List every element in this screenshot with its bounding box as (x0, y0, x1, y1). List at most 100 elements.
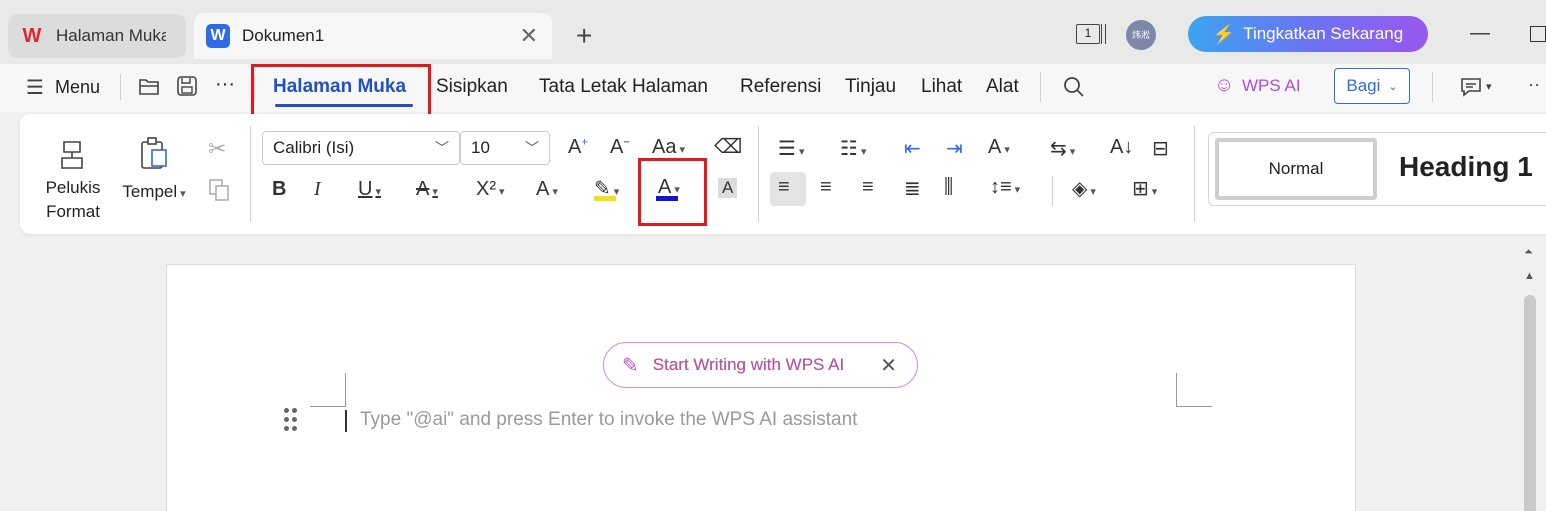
font-name-select[interactable]: Calibri (Isi) ﹀ (262, 131, 460, 165)
show-marks-icon[interactable]: ⊟ (1152, 136, 1169, 161)
divider (250, 126, 251, 222)
editor-placeholder[interactable]: Type "@ai" and press Enter to invoke the… (360, 409, 857, 431)
text-cursor (345, 410, 347, 432)
tab-home[interactable]: W Halaman Muka (8, 14, 186, 58)
tab-tata-letak-halaman[interactable]: Tata Letak Halaman (539, 76, 708, 98)
divider (120, 74, 121, 100)
format-painter-button[interactable]: Pelukis Format (38, 176, 108, 224)
superscript-icon[interactable]: X² ▾ (476, 178, 505, 201)
tab-alat[interactable]: Alat (986, 76, 1019, 98)
chevron-down-icon: ▾ (180, 188, 186, 200)
text-direction-icon[interactable]: A ▾ (988, 136, 1010, 159)
minimize-icon[interactable]: — (1470, 22, 1490, 45)
underline-icon[interactable]: U ▾ (358, 178, 381, 201)
search-icon[interactable] (1062, 75, 1086, 99)
styles-gallery: Normal Heading 1 (1208, 132, 1546, 206)
divider (758, 126, 759, 222)
wps-ai-prompt-pill[interactable]: ✎ Start Writing with WPS AI ✕ (603, 342, 918, 388)
copy-icon[interactable] (208, 178, 232, 202)
wps-ai-icon[interactable]: ☺ (1214, 74, 1234, 97)
format-painter-label-1: Pelukis (45, 178, 101, 197)
menu-bar: ☰ Menu ··· Halaman Muka Sisipkan Tata Le… (0, 64, 1546, 112)
tab-label: Dokumen1 (242, 26, 325, 45)
writer-doc-icon: W (206, 24, 230, 48)
format-painter-icon[interactable] (56, 138, 88, 172)
maximize-icon[interactable] (1530, 26, 1546, 42)
style-normal[interactable]: Normal (1215, 138, 1377, 200)
italic-icon[interactable]: I (314, 178, 321, 201)
tab-sisipkan[interactable]: Sisipkan (436, 76, 508, 98)
shrink-font-icon[interactable]: A− (610, 136, 630, 159)
lightning-icon: ⚡ (1212, 23, 1236, 44)
chevron-down-icon: ﹀ (435, 140, 449, 156)
chevron-down-icon[interactable]: ▾ (1486, 80, 1492, 93)
tab-tinjau[interactable]: Tinjau (845, 76, 896, 98)
chevron-down-icon: ﹀ (525, 140, 539, 156)
bullet-list-icon[interactable]: ☰ ▾ (778, 136, 804, 161)
clear-format-icon[interactable]: ⌫ (714, 134, 742, 159)
font-size-select[interactable]: 10 ﹀ (460, 131, 550, 165)
scroll-up-page-icon[interactable]: ⏶ (1524, 246, 1533, 259)
numbered-list-icon[interactable]: ☷ ▾ (840, 136, 866, 161)
open-folder-icon[interactable] (138, 76, 160, 96)
wps-ai-button[interactable]: WPS AI (1242, 76, 1301, 96)
character-shading-icon[interactable]: A (718, 178, 738, 198)
divider (1052, 176, 1053, 206)
title-bar: W Halaman Muka W Dokumen1 ✕ + 1 炜淞 ⚡ Tin… (0, 0, 1546, 64)
paste-button[interactable]: Tempel ▾ (118, 180, 190, 206)
font-size-value: 10 (471, 138, 490, 157)
more-icon[interactable]: ··· (215, 73, 235, 96)
new-tab-button[interactable]: + (576, 20, 592, 52)
tab-document[interactable]: W Dokumen1 ✕ (194, 13, 552, 59)
swap-icon[interactable]: ⇆ ▾ (1050, 136, 1075, 161)
borders-icon[interactable]: ⊞ ▾ (1132, 176, 1157, 201)
format-painter-label-2: Format (46, 202, 100, 221)
bold-icon[interactable]: B (272, 178, 286, 201)
cut-icon[interactable]: ✂ (208, 136, 226, 162)
page-count-icon[interactable]: 1 (1076, 24, 1106, 44)
margin-corner-top-right (1176, 373, 1212, 407)
paste-icon[interactable] (138, 136, 170, 172)
drag-handle-icon[interactable] (284, 408, 298, 432)
text-effect-icon[interactable]: A ▾ (536, 178, 558, 201)
highlight-box-font-color (638, 158, 707, 226)
wps-logo-icon: W (22, 24, 42, 47)
close-tab-icon[interactable]: ✕ (520, 23, 538, 49)
avatar[interactable]: 炜淞 (1126, 20, 1156, 50)
align-center-icon[interactable]: ≡ (820, 176, 832, 199)
highlight-box-home-tab (251, 64, 431, 119)
line-spacing-icon[interactable]: ↕≡ ▾ (990, 176, 1020, 199)
comment-icon[interactable] (1460, 77, 1482, 97)
ribbon-toolbar: Pelukis Format Tempel ▾ ✂ Calibri (Isi) ﹀… (20, 114, 1546, 234)
share-label: Bagi (1346, 76, 1381, 95)
shading-icon[interactable]: ◈ ▾ (1072, 176, 1096, 201)
close-icon[interactable]: ✕ (880, 353, 897, 378)
scroll-up-icon[interactable]: ▲ (1524, 270, 1535, 282)
style-heading-1[interactable]: Heading 1 (1399, 151, 1533, 183)
tab-lihat[interactable]: Lihat (921, 76, 962, 98)
sort-icon[interactable]: A↓ (1110, 136, 1133, 159)
upgrade-button[interactable]: ⚡ Tingkatkan Sekarang (1188, 16, 1428, 52)
grow-font-icon[interactable]: A+ (568, 136, 588, 159)
increase-indent-icon[interactable]: ⇥ (946, 136, 963, 161)
divider (1194, 126, 1195, 222)
decrease-indent-icon[interactable]: ⇤ (904, 136, 921, 161)
change-case-icon[interactable]: Aa ▾ (652, 136, 685, 159)
menu-button[interactable]: Menu (55, 77, 100, 98)
align-left-icon[interactable]: ≡ (778, 176, 790, 199)
align-right-icon[interactable]: ≡ (862, 176, 874, 199)
ai-prompt-label: Start Writing with WPS AI (652, 355, 845, 374)
more-icon[interactable]: ·· (1528, 74, 1540, 95)
divider (1040, 72, 1041, 102)
distributed-icon[interactable]: ⫼ (944, 176, 953, 199)
save-icon[interactable] (176, 75, 198, 97)
pen-icon: ✎ (622, 354, 639, 377)
hamburger-icon[interactable]: ☰ (26, 75, 44, 100)
highlight-color-swatch (594, 196, 616, 201)
share-button[interactable]: Bagi ⌄ (1334, 68, 1410, 104)
chevron-down-icon: ⌄ (1388, 80, 1398, 93)
tab-referensi[interactable]: Referensi (740, 76, 821, 98)
justify-icon[interactable]: ≣ (904, 176, 921, 201)
strikethrough-icon[interactable]: A ▾ (416, 178, 438, 201)
vertical-scrollbar[interactable] (1524, 295, 1536, 511)
